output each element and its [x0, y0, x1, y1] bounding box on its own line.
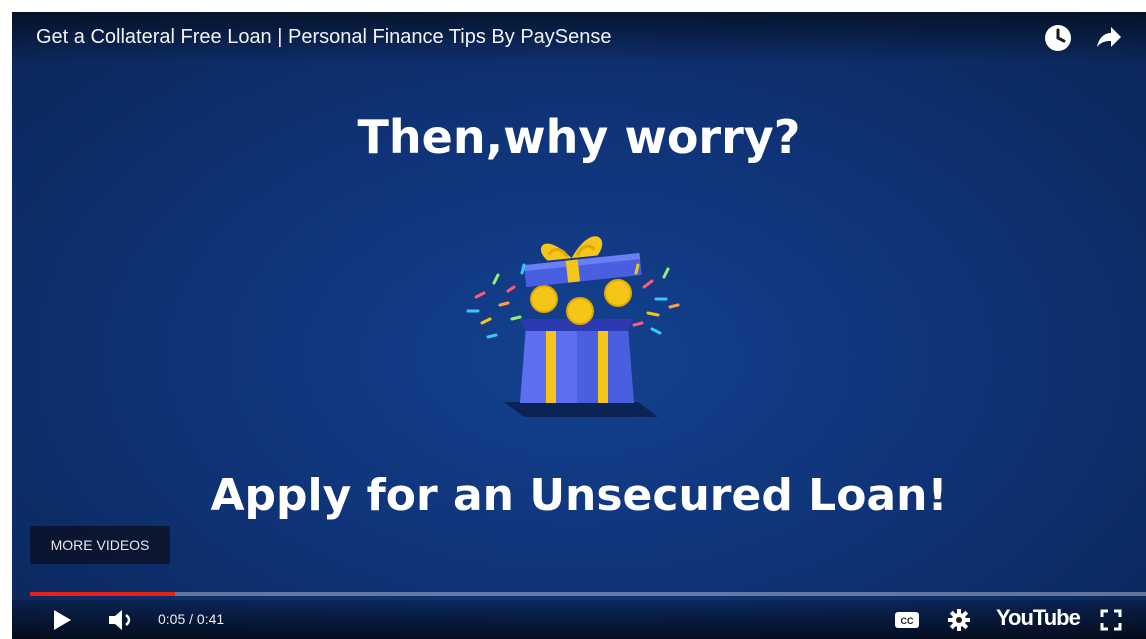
fullscreen-icon[interactable] — [1098, 608, 1124, 632]
video-title-link[interactable]: Get a Collateral Free Loan | Personal Fi… — [36, 26, 612, 49]
video-headline-top: Then,why worry? — [357, 110, 801, 164]
control-bar: 0:05 / 0:41 CC YouTube — [12, 600, 1146, 639]
gift-box-illustration — [466, 236, 680, 417]
video-headline-bottom: Apply for an Unsecured Loan! — [210, 470, 948, 521]
watch-later-icon[interactable] — [1042, 22, 1074, 54]
progress-bar[interactable] — [30, 592, 1146, 596]
settings-icon[interactable] — [946, 608, 972, 632]
youtube-logo[interactable]: YouTube — [996, 605, 1081, 631]
time-display: 0:05 / 0:41 — [158, 611, 225, 627]
more-videos-button[interactable]: MORE VIDEOS — [30, 526, 170, 564]
captions-icon[interactable]: CC — [892, 608, 922, 632]
share-icon[interactable] — [1092, 22, 1124, 54]
play-icon[interactable] — [50, 608, 74, 632]
progress-played — [30, 592, 176, 596]
title-bar: Get a Collateral Free Loan | Personal Fi… — [12, 12, 1146, 64]
volume-icon[interactable] — [106, 608, 136, 632]
video-player[interactable]: Then,why worry? Apply for an Unsecured L… — [12, 12, 1146, 639]
svg-text:CC: CC — [901, 616, 914, 626]
